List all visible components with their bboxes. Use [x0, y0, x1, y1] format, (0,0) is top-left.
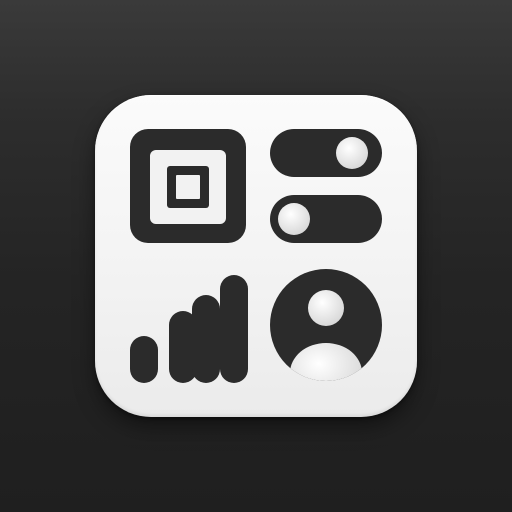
signal-bar-3 — [192, 295, 220, 383]
signal-bar-1 — [130, 336, 158, 383]
signal-bars-icon — [130, 275, 248, 383]
toggle-switch-off-icon — [270, 195, 382, 243]
square-button-icon — [130, 129, 246, 243]
icon-glyphs — [130, 129, 382, 383]
signal-bar-4 — [220, 275, 248, 383]
toggle-switch-on-icon — [270, 129, 382, 177]
control-center-app-icon — [95, 95, 417, 417]
app-icon-canvas — [0, 0, 512, 512]
user-avatar-icon — [270, 269, 382, 381]
